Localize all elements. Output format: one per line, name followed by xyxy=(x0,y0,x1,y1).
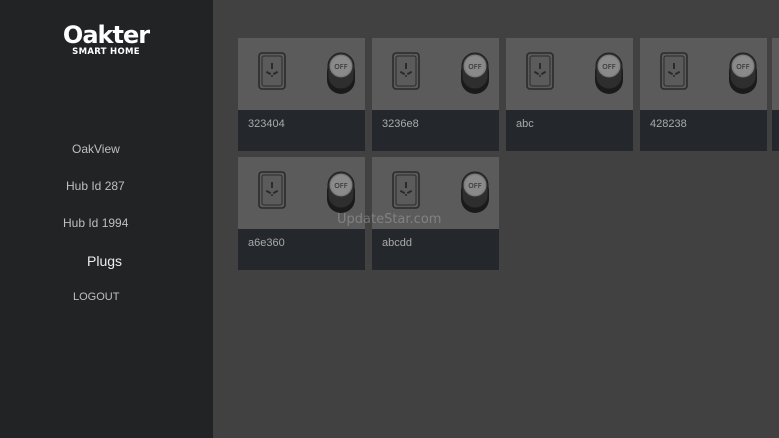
plug-card[interactable]: OFF abc xyxy=(506,38,633,151)
plug-name: 3236e8 xyxy=(382,118,419,130)
plug-card-footer xyxy=(372,110,499,151)
sidebar-item-plugs[interactable]: Plugs xyxy=(87,253,122,269)
sidebar-item-hub-287[interactable]: Hub Id 287 xyxy=(66,179,125,193)
power-toggle[interactable]: OFF xyxy=(593,50,625,96)
plug-name: a6e360 xyxy=(248,237,285,249)
plug-card-footer xyxy=(506,110,633,151)
plug-socket-icon xyxy=(392,171,420,209)
plug-card-footer xyxy=(772,110,779,151)
sidebar: Oakter SMART HOME OakView Hub Id 287 Hub… xyxy=(0,0,213,438)
plug-card-top xyxy=(772,38,779,110)
oakter-logo: Oakter SMART HOME xyxy=(62,22,150,57)
plug-card-footer xyxy=(640,110,767,151)
plug-card[interactable]: OFF a6e360 xyxy=(238,157,365,270)
plug-socket-icon xyxy=(258,52,286,90)
logo-tagline: SMART HOME xyxy=(72,47,140,57)
plug-socket-icon xyxy=(660,52,688,90)
plug-socket-icon xyxy=(526,52,554,90)
plug-card-footer xyxy=(238,110,365,151)
plug-name: 323404 xyxy=(248,118,285,130)
logo-name: Oakter xyxy=(62,21,150,49)
toggle-state-label: OFF xyxy=(468,182,482,190)
toggle-state-label: OFF xyxy=(736,63,750,71)
plug-card[interactable]: OFF abcdd xyxy=(372,157,499,270)
plug-name: abc xyxy=(516,118,534,130)
logout-button[interactable]: LOGOUT xyxy=(73,291,119,303)
plug-socket-icon xyxy=(392,52,420,90)
plug-card[interactable]: OFF 3236e8 xyxy=(372,38,499,151)
plug-card-footer xyxy=(372,229,499,270)
plug-socket-icon xyxy=(258,171,286,209)
power-toggle[interactable]: OFF xyxy=(459,50,491,96)
power-toggle[interactable]: OFF xyxy=(325,50,357,96)
toggle-state-label: OFF xyxy=(334,182,348,190)
toggle-state-label: OFF xyxy=(602,63,616,71)
toggle-state-label: OFF xyxy=(468,63,482,71)
toggle-state-label: OFF xyxy=(334,63,348,71)
plug-card-partial[interactable] xyxy=(772,38,779,151)
power-toggle[interactable]: OFF xyxy=(459,169,491,215)
plug-name: abcdd xyxy=(382,237,412,249)
plug-card[interactable]: OFF 428238 xyxy=(640,38,767,151)
sidebar-item-oakview[interactable]: OakView xyxy=(72,142,120,156)
plug-name: 428238 xyxy=(650,118,687,130)
power-toggle[interactable]: OFF xyxy=(727,50,759,96)
plug-card[interactable]: OFF 323404 xyxy=(238,38,365,151)
power-toggle[interactable]: OFF xyxy=(325,169,357,215)
sidebar-item-hub-1994[interactable]: Hub Id 1994 xyxy=(63,216,128,230)
plug-card-footer xyxy=(238,229,365,270)
